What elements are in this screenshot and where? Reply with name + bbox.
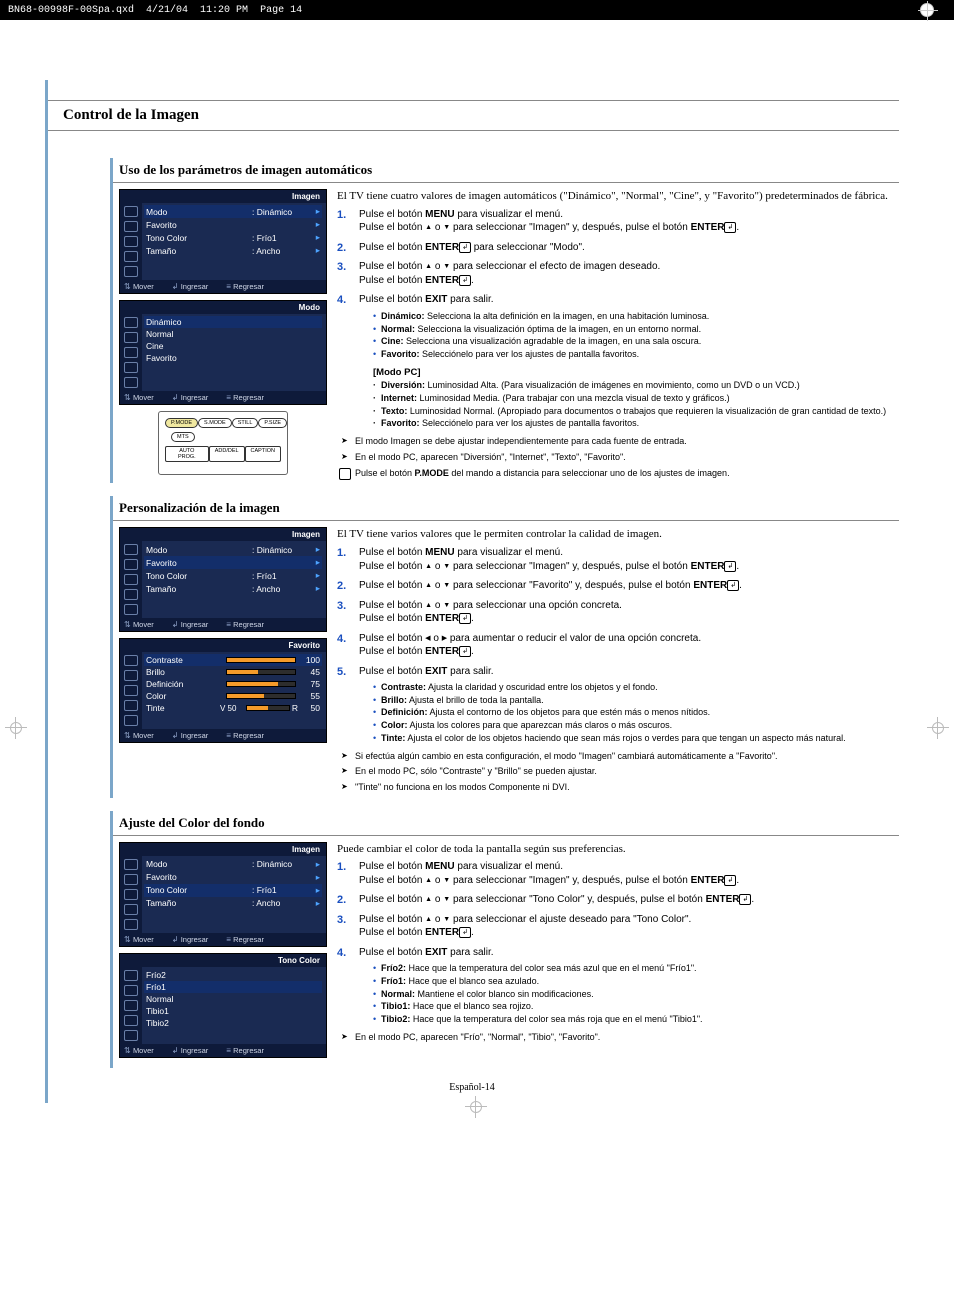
section-color-tone: Ajuste del Color del fondo Imagen Modo: … — [113, 812, 899, 1064]
register-mark-bottom-icon — [468, 1099, 484, 1115]
section-heading: Uso de los parámetros de imagen automáti… — [113, 159, 899, 183]
osd-row[interactable]: Tono Color: Frío1▸ — [144, 569, 322, 582]
arrow-right-icon: ▸ — [312, 232, 320, 243]
remote-caption-button[interactable]: CAPTION — [245, 446, 281, 462]
osd-modo-panel: Modo Dinámico Normal Cine Favorito Mover… — [119, 300, 327, 405]
osd-tono-item[interactable]: Tibio1 — [144, 1005, 322, 1017]
file-date: 4/21/04 — [146, 5, 188, 16]
section-intro: Puede cambiar el color de toda la pantal… — [337, 842, 899, 857]
step-3: Pulse el botón o para seleccionar el efe… — [337, 260, 899, 287]
osd-slider-row[interactable]: TinteV 50R50 — [144, 702, 322, 714]
osd-tono-item[interactable]: Tibio2 — [144, 1017, 322, 1029]
section-auto-image: Uso de los parámetros de imagen automáti… — [113, 159, 899, 479]
remote-tip: Pulse el botón P.MODE del mando a distan… — [337, 468, 899, 480]
osd-imagen-panel: Imagen Modo: Dinámico▸ Favorito▸ Tono Co… — [119, 842, 327, 947]
osd-row[interactable]: Tono Color: Frío1▸ — [144, 884, 322, 897]
step-3: Pulse el botón o para seleccionar una op… — [337, 599, 899, 626]
remote-still-button[interactable]: STILL — [232, 418, 259, 428]
osd-tono-item[interactable]: Normal — [144, 993, 322, 1005]
file-header: BN68-00998F-00Spa.qxd 4/21/04 11:20 PM P… — [0, 0, 954, 20]
section-heading: Personalización de la imagen — [113, 497, 899, 521]
osd-tono-panel: Tono Color Frío2 Frío1 Normal Tibio1 Tib… — [119, 953, 327, 1058]
section-heading: Ajuste del Color del fondo — [113, 812, 899, 836]
note: Si efectúa algún cambio en esta configur… — [337, 751, 899, 763]
osd-foot-ingresar: Ingresar — [172, 282, 208, 291]
osd-slider-row[interactable]: Brillo45 — [144, 666, 322, 678]
section-intro: El TV tiene cuatro valores de imagen aut… — [337, 189, 899, 204]
osd-row-favorito[interactable]: Favorito▸ — [144, 218, 322, 231]
osd-row[interactable]: Tamaño: Ancho▸ — [144, 582, 322, 595]
step-5: Pulse el botón EXIT para salir. Contrast… — [337, 665, 899, 745]
osd-row-modo[interactable]: Modo: Dinámico▸ — [144, 205, 322, 218]
note: En el modo PC, sólo "Contraste" y "Brill… — [337, 766, 899, 778]
osd-row[interactable]: Tamaño: Ancho▸ — [144, 897, 322, 910]
arrow-right-icon: ▸ — [312, 219, 320, 230]
register-mark-right-icon — [930, 720, 946, 736]
section-custom-image: Personalización de la imagen Imagen Modo… — [113, 497, 899, 793]
remote-psize-button[interactable]: P.SIZE — [258, 418, 287, 428]
note: En el modo PC, aparecen "Frío", "Normal"… — [337, 1032, 899, 1044]
step-1: Pulse el botón MENU para visualizar el m… — [337, 208, 899, 235]
osd-modo-item[interactable]: Normal — [144, 328, 322, 340]
step-3: Pulse el botón o para seleccionar el aju… — [337, 913, 899, 940]
arrow-right-icon: ▸ — [312, 245, 320, 256]
enter-icon — [459, 275, 471, 286]
osd-foot-mover: Mover — [124, 282, 154, 291]
osd-row-tamano[interactable]: Tamaño: Ancho▸ — [144, 244, 322, 257]
step-4: Pulse el botón EXIT para salir. Frío2: H… — [337, 946, 899, 1026]
osd-title: Imagen — [120, 190, 326, 203]
osd-modo-item[interactable]: Favorito — [144, 352, 322, 364]
osd-tono-item[interactable]: Frío2 — [144, 969, 322, 981]
remote-smode-button[interactable]: S.MODE — [198, 418, 232, 428]
osd-imagen-panel: Imagen Modo: Dinámico▸ Favorito▸ Tono Co… — [119, 527, 327, 632]
step-2: Pulse el botón ENTER para seleccionar "M… — [337, 241, 899, 255]
remote-pmode-button[interactable]: P.MODE — [165, 418, 198, 428]
arrow-right-icon: ▸ — [312, 206, 320, 217]
osd-favorito-panel: Favorito Contraste100 Brillo45 Definició… — [119, 638, 327, 743]
osd-foot-regresar: Regresar — [226, 282, 264, 291]
remote-snippet: P.MODE S.MODE STILL P.SIZE MTS AUTO PROG… — [158, 411, 288, 475]
osd-tono-item[interactable]: Frío1 — [144, 981, 322, 993]
page-title: Control de la Imagen — [63, 107, 895, 124]
step-1: Pulse el botón MENU para visualizar el m… — [337, 546, 899, 573]
osd-imagen-panel: Imagen Modo: Dinámico▸ Favorito▸ Tono Co… — [119, 189, 327, 294]
osd-modo-item[interactable]: Cine — [144, 340, 322, 352]
note: En el modo PC, aparecen "Diversión", "In… — [337, 452, 899, 464]
osd-row[interactable]: Favorito▸ — [144, 556, 322, 569]
remote-autoprog-button[interactable]: AUTO PROG. — [165, 446, 209, 462]
step-4: Pulse el botón EXIT para salir. Dinámico… — [337, 293, 899, 430]
file-time: 11:20 PM — [200, 5, 248, 16]
osd-title: Modo — [120, 301, 326, 314]
step-1: Pulse el botón MENU para visualizar el m… — [337, 860, 899, 887]
register-mark-left-icon — [8, 720, 24, 736]
osd-slider-row[interactable]: Contraste100 — [144, 654, 322, 666]
step-4: Pulse el botón o para aumentar o reducir… — [337, 632, 899, 659]
modo-pc-header: [Modo PC] — [373, 367, 899, 380]
osd-row-tono[interactable]: Tono Color: Frío1▸ — [144, 231, 322, 244]
note: El modo Imagen se debe ajustar independi… — [337, 436, 899, 448]
step-2: Pulse el botón o para seleccionar "Favor… — [337, 579, 899, 593]
osd-row[interactable]: Favorito▸ — [144, 871, 322, 884]
osd-slider-row[interactable]: Color55 — [144, 690, 322, 702]
page-number: Español-14 — [45, 1082, 899, 1093]
file-name: BN68-00998F-00Spa.qxd — [8, 5, 134, 16]
note: "Tinte" no funciona en los modos Compone… — [337, 782, 899, 794]
enter-icon — [724, 222, 736, 233]
file-page: Page 14 — [260, 5, 302, 16]
osd-row[interactable]: Modo: Dinámico▸ — [144, 858, 322, 871]
osd-category-icons — [120, 314, 142, 391]
step-2: Pulse el botón o para seleccionar "Tono … — [337, 893, 899, 907]
osd-row[interactable]: Modo: Dinámico▸ — [144, 543, 322, 556]
osd-category-icons — [120, 203, 142, 280]
osd-modo-item[interactable]: Dinámico — [144, 316, 322, 328]
remote-adddel-button[interactable]: ADD/DEL — [209, 446, 245, 462]
enter-icon — [459, 242, 471, 253]
remote-mts-button[interactable]: MTS — [171, 432, 195, 442]
page-title-row: Control de la Imagen — [45, 100, 899, 131]
register-mark-icon — [920, 3, 934, 17]
osd-slider-row[interactable]: Definición75 — [144, 678, 322, 690]
section-intro: El TV tiene varios valores que le permit… — [337, 527, 899, 542]
